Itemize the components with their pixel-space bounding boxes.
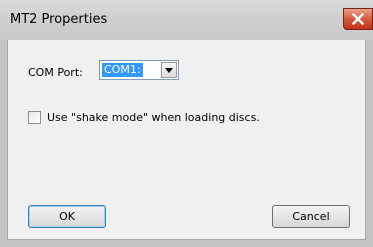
- chevron-down-icon: [165, 67, 173, 73]
- dialog-client-area: COM Port: COM1: Use "shake mode" when lo…: [7, 40, 366, 240]
- window-title: MT2 Properties: [10, 12, 108, 27]
- dropdown-arrow-button[interactable]: [161, 62, 177, 78]
- com-port-dropdown[interactable]: COM1:: [99, 60, 179, 80]
- com-port-selected-value: COM1:: [102, 63, 143, 77]
- close-button[interactable]: [343, 8, 373, 30]
- ok-button[interactable]: OK: [28, 205, 106, 228]
- close-icon: [352, 13, 364, 25]
- title-bar[interactable]: MT2 Properties: [0, 0, 373, 40]
- properties-window: MT2 Properties COM Port: COM1: Use "shak…: [0, 0, 373, 247]
- shake-mode-option[interactable]: Use "shake mode" when loading discs.: [28, 109, 260, 125]
- shake-mode-label: Use "shake mode" when loading discs.: [47, 110, 260, 124]
- cancel-button[interactable]: Cancel: [272, 205, 350, 228]
- com-port-label: COM Port:: [28, 66, 83, 79]
- shake-mode-checkbox[interactable]: [28, 110, 41, 124]
